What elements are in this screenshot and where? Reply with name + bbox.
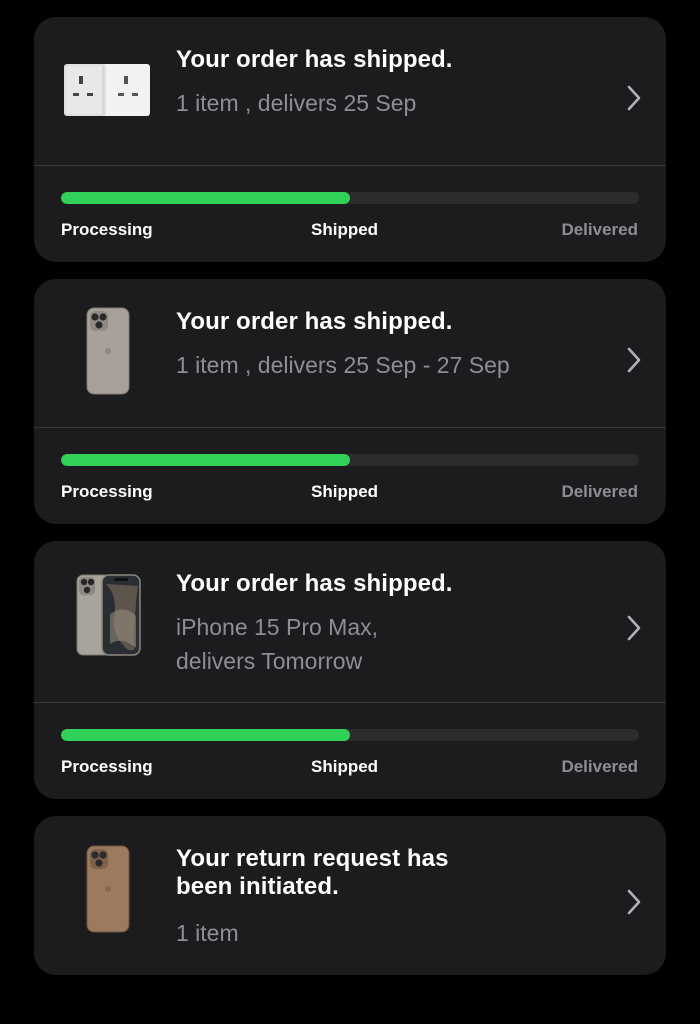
iphone-case-thumbnail <box>86 845 130 933</box>
progress-track <box>61 192 639 204</box>
step-processing: Processing <box>61 220 153 239</box>
progress-track <box>61 729 639 741</box>
step-shipped: Shipped <box>311 482 379 501</box>
return-title-line1: Your return request has <box>176 845 449 872</box>
return-card[interactable]: Your return request has been initiated. … <box>34 816 666 975</box>
iphone-15-pro-max-thumbnail <box>76 574 141 656</box>
order-card-1[interactable]: Your order has shipped. 1 item , deliver… <box>34 17 666 262</box>
progress-fill <box>61 454 350 466</box>
step-shipped: Shipped <box>311 220 379 239</box>
iphone-back-thumbnail <box>86 307 130 395</box>
divider <box>34 702 666 703</box>
order-title: Your order has shipped. <box>176 308 453 335</box>
step-processing: Processing <box>61 482 153 501</box>
order-title: Your order has shipped. <box>176 46 453 73</box>
return-subtitle: 1 item <box>176 920 239 946</box>
order-subtitle-line1: iPhone 15 Pro Max, <box>176 614 379 640</box>
divider <box>34 165 666 166</box>
step-delivered: Delivered <box>561 482 638 501</box>
divider <box>34 427 666 428</box>
power-adapter-thumbnail <box>64 64 150 116</box>
chevron-right-icon[interactable] <box>626 346 642 374</box>
order-subtitle-line2: delivers Tomorrow <box>176 648 363 674</box>
step-processing: Processing <box>61 757 153 776</box>
chevron-right-icon[interactable] <box>626 888 642 916</box>
order-subtitle: 1 item , delivers 25 Sep <box>176 90 417 116</box>
order-title: Your order has shipped. <box>176 570 453 597</box>
progress-track <box>61 454 639 466</box>
progress-fill <box>61 192 350 204</box>
order-card-3[interactable]: Your order has shipped. iPhone 15 Pro Ma… <box>34 541 666 799</box>
step-delivered: Delivered <box>561 220 638 239</box>
progress-fill <box>61 729 350 741</box>
step-delivered: Delivered <box>561 757 638 776</box>
order-card-2[interactable]: Your order has shipped. 1 item , deliver… <box>34 279 666 524</box>
order-subtitle: 1 item , delivers 25 Sep - 27 Sep <box>176 352 510 378</box>
step-shipped: Shipped <box>311 757 379 776</box>
chevron-right-icon[interactable] <box>626 614 642 642</box>
return-title-line2: been initiated. <box>176 873 339 900</box>
chevron-right-icon[interactable] <box>626 84 642 112</box>
